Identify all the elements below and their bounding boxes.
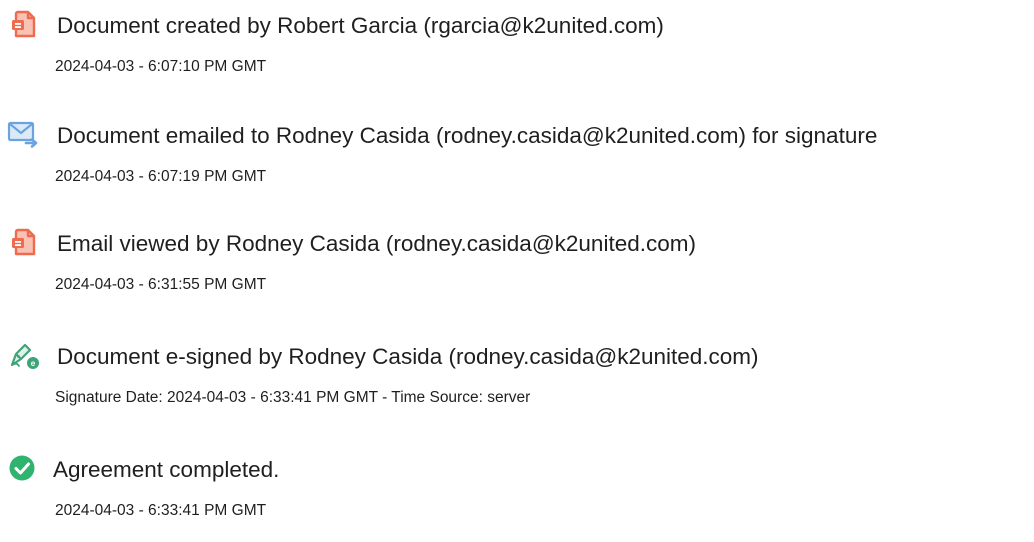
event-title: Document created by Robert Garcia (rgarc…: [57, 13, 664, 38]
event-title: Email viewed by Rodney Casida (rodney.ca…: [57, 231, 696, 256]
event-timestamp: 2024-04-03 - 6:07:10 PM GMT: [55, 58, 267, 75]
audit-event-email-viewed: Email viewed by Rodney Casida (rodney.ca…: [0, 226, 1034, 316]
audit-event-document-emailed: Document emailed to Rodney Casida (rodne…: [0, 118, 1034, 208]
event-timestamp: 2024-04-03 - 6:33:41 PM GMT: [55, 502, 267, 519]
document-created-icon: [9, 8, 41, 40]
event-title: Document emailed to Rodney Casida (rodne…: [57, 123, 878, 148]
event-title: Document e-signed by Rodney Casida (rodn…: [57, 344, 759, 369]
e-signature-pen-icon: e: [8, 339, 40, 371]
event-timestamp: 2024-04-03 - 6:31:55 PM GMT: [55, 276, 267, 293]
event-title: Agreement completed.: [53, 457, 280, 482]
check-circle-icon: [7, 452, 39, 484]
audit-trail-page: { "events": [ { "icon": "document-create…: [0, 0, 1034, 538]
email-viewed-icon: [9, 226, 41, 258]
audit-event-document-e-signed: e Document e-signed by Rodney Casida (ro…: [0, 339, 1034, 429]
svg-text:e: e: [31, 358, 36, 368]
audit-event-document-created: Document created by Robert Garcia (rgarc…: [0, 8, 1034, 98]
event-timestamp: 2024-04-03 - 6:07:19 PM GMT: [55, 168, 267, 185]
event-timestamp: Signature Date: 2024-04-03 - 6:33:41 PM …: [55, 389, 531, 406]
audit-event-agreement-completed: Agreement completed. 2024-04-03 - 6:33:4…: [0, 452, 1034, 542]
email-sent-icon: [7, 118, 39, 150]
